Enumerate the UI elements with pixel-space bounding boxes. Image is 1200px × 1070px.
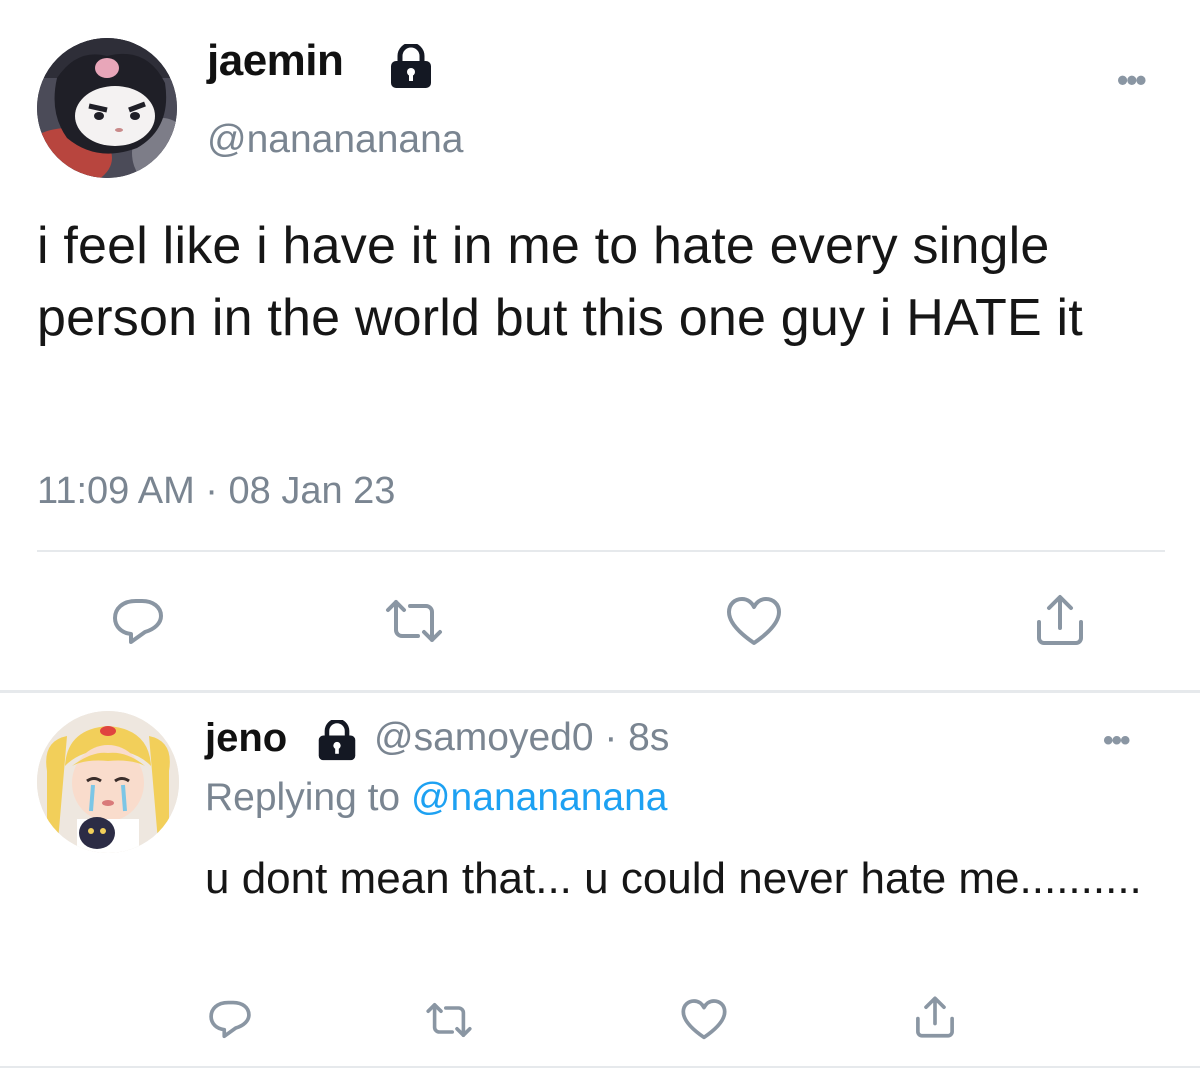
retweet-icon[interactable] — [424, 1000, 474, 1040]
tweet-timestamp[interactable]: 11:09 AM · 08 Jan 23 — [37, 470, 395, 513]
more-options-icon[interactable]: ••• — [1117, 62, 1147, 99]
replying-to: Replying to @nanananana — [205, 776, 667, 820]
heart-icon[interactable] — [725, 596, 783, 648]
lock-icon — [386, 42, 436, 90]
reply-author-avatar[interactable] — [37, 711, 179, 853]
more-options-icon[interactable]: ••• — [1103, 724, 1130, 758]
share-icon[interactable] — [913, 994, 957, 1040]
author-display-name[interactable]: jaemin — [207, 36, 344, 86]
reply-icon[interactable] — [207, 998, 253, 1040]
tweet-text: i feel like i have it in me to hate ever… — [37, 217, 1083, 347]
share-icon[interactable] — [1033, 592, 1087, 648]
reply-handle-time[interactable]: @samoyed0 · 8s — [374, 716, 669, 760]
bottom-divider — [0, 1066, 1200, 1068]
reply-text: u dont mean that... u could never hate m… — [205, 854, 1142, 903]
replying-mention-link[interactable]: @nanananana — [411, 776, 668, 819]
retweet-icon[interactable] — [384, 596, 444, 646]
author-avatar[interactable] — [37, 38, 177, 178]
replying-prefix: Replying to — [205, 776, 401, 819]
section-separator — [0, 690, 1200, 693]
lock-icon — [314, 718, 360, 762]
author-handle[interactable]: @nanananana — [207, 118, 464, 162]
reply-author-display-name[interactable]: jeno — [205, 716, 287, 761]
divider — [37, 550, 1165, 552]
heart-icon[interactable] — [680, 998, 728, 1042]
reply-icon[interactable] — [110, 596, 166, 646]
